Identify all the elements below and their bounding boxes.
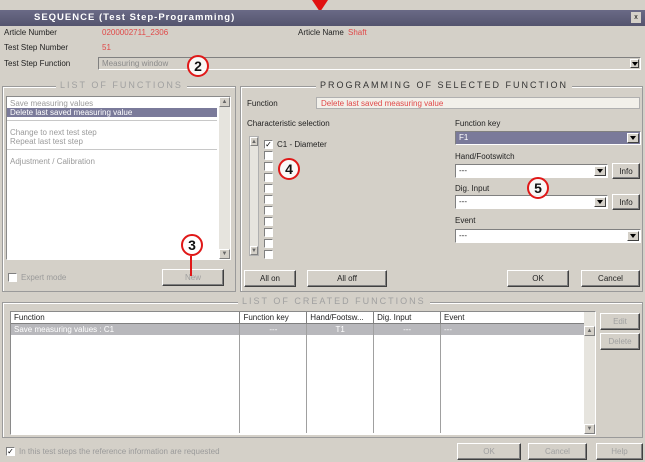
dig-input-info-button[interactable]: Info	[612, 194, 640, 210]
article-number-value: 0200002711_2306	[100, 27, 260, 39]
chevron-down-icon[interactable]	[630, 59, 639, 68]
ok-button[interactable]: OK	[457, 443, 521, 460]
function-list-item-selected[interactable]: Delete last saved measuring value	[7, 108, 217, 117]
characteristic-checkbox[interactable]	[264, 206, 273, 215]
function-key-label: Function key	[455, 119, 501, 128]
annotation-badge-2: 2	[187, 55, 209, 77]
dig-input-value: ---	[459, 197, 467, 206]
annotation-badge-4: 4	[278, 158, 300, 180]
characteristic-checkbox-c1[interactable]: ✓	[264, 140, 273, 149]
test-step-number-value: 51	[100, 42, 260, 54]
table-row-empty	[11, 335, 595, 433]
help-button[interactable]: Help	[596, 443, 643, 460]
programming-group	[240, 86, 643, 292]
table-cell-dig-input: ---	[373, 323, 442, 335]
new-button[interactable]: New	[162, 269, 224, 286]
characteristic-checkbox[interactable]	[264, 173, 273, 182]
reference-info-label: In this test steps the reference informa…	[19, 447, 220, 456]
scroll-down-icon[interactable]: ▼	[250, 246, 258, 255]
chevron-down-icon[interactable]	[627, 231, 639, 241]
hand-footswitch-value: ---	[459, 166, 467, 175]
hand-footswitch-label: Hand/Footswitch	[455, 152, 515, 161]
characteristic-selection-label: Characteristic selection	[247, 119, 330, 128]
function-list-item[interactable]: Repeat last test step	[7, 137, 217, 146]
article-name-label: Article Name	[298, 28, 344, 37]
scroll-down-icon[interactable]: ▼	[584, 424, 595, 434]
characteristic-checkbox[interactable]	[264, 228, 273, 237]
window-title: SEQUENCE (Test Step-Programming)	[34, 12, 236, 23]
hand-footswitch-dropdown[interactable]: ---	[455, 164, 608, 178]
chevron-down-icon[interactable]	[594, 197, 606, 207]
article-name-value: Shaft	[346, 27, 638, 39]
table-row[interactable]: Save measuring values : C1 --- T1 --- --…	[11, 323, 595, 335]
hand-footswitch-info-button[interactable]: Info	[612, 163, 640, 179]
scroll-down-icon[interactable]: ▼	[219, 249, 230, 259]
function-list-item[interactable]: Change to next test step	[7, 128, 217, 137]
characteristic-checkbox[interactable]	[264, 217, 273, 226]
created-functions-table: Function Function key Hand/Footsw... Dig…	[11, 312, 595, 433]
characteristics-scrollbar[interactable]: ▲ ▼	[249, 136, 259, 256]
function-key-value: F1	[459, 133, 469, 142]
article-number-label: Article Number	[4, 28, 57, 37]
test-step-function-dropdown[interactable]: Measuring window	[98, 57, 641, 70]
function-list-item[interactable]: Save measuring values	[7, 99, 217, 108]
table-cell-hand-footswitch: T1	[306, 323, 375, 335]
close-icon[interactable]: x	[631, 12, 641, 23]
chevron-down-icon[interactable]	[594, 166, 606, 176]
table-cell-function-key: ---	[239, 323, 308, 335]
characteristic-checkbox[interactable]	[264, 239, 273, 248]
expert-mode-checkbox[interactable]	[8, 273, 17, 282]
event-label: Event	[455, 216, 476, 225]
all-on-button[interactable]: All on	[244, 270, 296, 287]
scroll-up-icon[interactable]: ▲	[584, 326, 595, 336]
characteristic-checkbox[interactable]	[264, 162, 273, 171]
column-header-event[interactable]: Event	[440, 312, 595, 324]
dig-input-label: Dig. Input	[455, 184, 490, 193]
selected-function-value: Delete last saved measuring value	[316, 97, 640, 109]
characteristic-checkbox[interactable]	[264, 184, 273, 193]
function-list-item[interactable]: Adjustment / Calibration	[7, 157, 217, 166]
function-label: Function	[247, 99, 278, 108]
reference-info-checkbox[interactable]: ✓	[6, 447, 15, 456]
characteristic-checkbox[interactable]	[264, 195, 273, 204]
list-of-functions-title: LIST OF FUNCTIONS	[56, 80, 187, 90]
edit-button[interactable]: Edit	[600, 313, 640, 330]
programming-ok-button[interactable]: OK	[507, 270, 569, 287]
event-value: ---	[459, 231, 467, 240]
table-cell-event: ---	[440, 323, 595, 335]
delete-button[interactable]: Delete	[600, 333, 640, 350]
annotation-pointer-line	[190, 256, 192, 276]
all-off-button[interactable]: All off	[307, 270, 387, 287]
test-step-function-value: Measuring window	[102, 59, 169, 68]
function-list-separator	[7, 149, 217, 157]
table-cell-function: Save measuring values : C1	[11, 323, 241, 335]
functions-list-scrollbar[interactable]: ▲ ▼	[219, 97, 230, 259]
cancel-button[interactable]: Cancel	[528, 443, 587, 460]
event-dropdown[interactable]: ---	[455, 229, 641, 243]
column-header-function[interactable]: Function	[11, 312, 241, 324]
created-functions-title: LIST OF CREATED FUNCTIONS	[238, 296, 430, 306]
column-header-function-key[interactable]: Function key	[239, 312, 308, 324]
programming-title: PROGRAMMING OF SELECTED FUNCTION	[316, 80, 573, 90]
characteristic-checkbox[interactable]	[264, 151, 273, 160]
annotation-badge-3: 3	[181, 234, 203, 256]
function-list-separator	[7, 120, 217, 128]
annotation-badge-5: 5	[527, 177, 549, 199]
created-functions-scrollbar[interactable]: ▲ ▼	[584, 312, 595, 434]
characteristic-label-c1: C1 - Diameter	[277, 140, 327, 149]
scroll-up-icon[interactable]: ▲	[250, 137, 258, 146]
column-header-dig-input[interactable]: Dig. Input	[373, 312, 442, 324]
expert-mode-label: Expert mode	[21, 273, 67, 282]
function-key-dropdown[interactable]: F1	[455, 131, 641, 145]
created-functions-table-container: Function Function key Hand/Footsw... Dig…	[10, 311, 596, 435]
chevron-down-icon[interactable]	[627, 133, 639, 143]
characteristic-checkbox[interactable]	[264, 250, 273, 259]
window-title-bar: SEQUENCE (Test Step-Programming)	[0, 10, 645, 26]
table-header-row: Function Function key Hand/Footsw... Dig…	[11, 312, 595, 324]
test-step-number-label: Test Step Number	[4, 43, 69, 52]
test-step-function-label: Test Step Function	[4, 59, 71, 68]
column-header-hand-footswitch[interactable]: Hand/Footsw...	[306, 312, 375, 324]
programming-cancel-button[interactable]: Cancel	[581, 270, 640, 287]
scroll-up-icon[interactable]: ▲	[219, 97, 230, 107]
